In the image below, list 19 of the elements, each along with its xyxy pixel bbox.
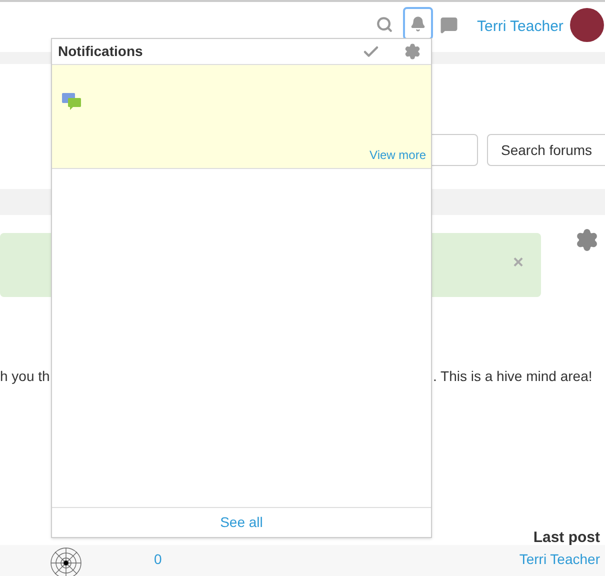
alert-close-button[interactable]: × xyxy=(513,249,524,276)
search-forums-button[interactable]: Search forums xyxy=(487,134,605,166)
settings-icon[interactable] xyxy=(404,43,421,60)
popover-title: Notifications xyxy=(58,42,143,61)
replies-link[interactable]: 0 xyxy=(154,549,162,570)
chat-bubbles-icon xyxy=(62,93,82,111)
user-name-link[interactable]: Terri Teacher xyxy=(477,16,564,38)
settings-icon[interactable] xyxy=(575,228,599,252)
last-post-author-link[interactable]: Terri Teacher xyxy=(519,549,600,570)
message-icon[interactable] xyxy=(440,16,458,34)
intro-text: . This is a hive mind area! xyxy=(433,367,592,386)
spiderweb-icon xyxy=(48,547,84,576)
intro-text: h you th xyxy=(0,367,50,386)
see-all-link[interactable]: See all xyxy=(220,512,263,533)
search-icon[interactable] xyxy=(376,16,393,33)
notification-item[interactable]: View more xyxy=(52,65,431,169)
column-header: Last post xyxy=(533,528,600,548)
view-more-link[interactable]: View more xyxy=(370,146,426,164)
bell-icon xyxy=(410,16,426,32)
